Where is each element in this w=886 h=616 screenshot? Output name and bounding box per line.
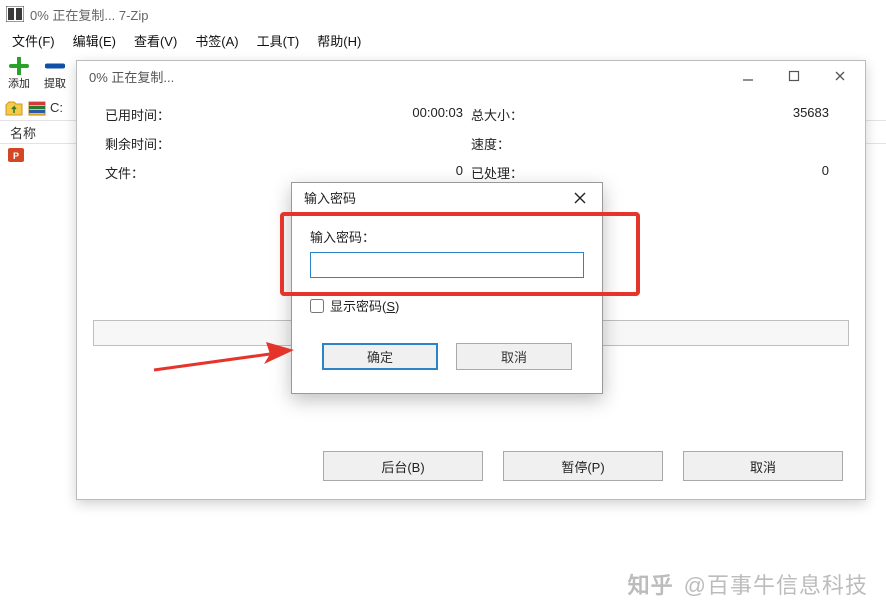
password-input[interactable]: [310, 252, 584, 278]
add-button[interactable]: 添加: [4, 57, 34, 91]
label-files: 文件：: [105, 163, 245, 182]
folder-up-icon[interactable]: [4, 98, 24, 118]
label-remaining: 剩余时间：: [105, 134, 245, 153]
label-processed: 已处理：: [471, 163, 611, 182]
menu-edit[interactable]: 编辑(E): [65, 29, 124, 52]
address-path[interactable]: C:: [50, 100, 63, 115]
progress-stats: 已用时间： 00:00:03 总大小： 35683 剩余时间： 速度： 文件： …: [77, 91, 865, 190]
progress-titlebar[interactable]: 0% 正在复制...: [77, 61, 865, 91]
progress-title: 0% 正在复制...: [89, 67, 174, 86]
7zip-app-icon: [6, 6, 24, 22]
password-dialog-title: 输入密码: [304, 188, 356, 207]
svg-text:P: P: [13, 151, 19, 161]
menu-help[interactable]: 帮助(H): [309, 29, 369, 52]
main-titlebar: 0% 正在复制... 7-Zip: [0, 0, 886, 28]
extract-button[interactable]: 提取: [40, 57, 70, 91]
value-files: 0: [245, 163, 471, 182]
menu-file[interactable]: 文件(F): [4, 29, 63, 52]
menu-bar: 文件(F) 编辑(E) 查看(V) 书签(A) 工具(T) 帮助(H): [0, 28, 886, 52]
menu-bookmark[interactable]: 书签(A): [187, 29, 246, 52]
minus-icon: [45, 57, 65, 75]
watermark: 知乎 @百事牛信息科技: [628, 568, 868, 600]
add-label: 添加: [8, 75, 30, 91]
menu-view[interactable]: 查看(V): [126, 29, 185, 52]
column-name[interactable]: 名称: [0, 123, 60, 142]
password-label: 输入密码：: [310, 227, 584, 246]
value-remaining: [245, 134, 471, 153]
plus-icon: [9, 57, 29, 75]
label-total-size: 总大小：: [471, 105, 611, 124]
show-password-checkbox[interactable]: [310, 299, 324, 313]
cancel-button[interactable]: 取消: [683, 451, 843, 481]
pause-button[interactable]: 暂停(P): [503, 451, 663, 481]
background-button[interactable]: 后台(B): [323, 451, 483, 481]
value-speed: [611, 134, 837, 153]
value-processed: 0: [611, 163, 837, 182]
password-dialog: 输入密码 输入密码： 显示密码(S) 确定 取消: [291, 182, 603, 394]
value-elapsed: 00:00:03: [245, 105, 471, 124]
zhihu-logo: 知乎: [628, 568, 674, 600]
archive-icon: [28, 99, 46, 117]
extract-label: 提取: [44, 75, 66, 91]
close-icon[interactable]: [564, 184, 596, 212]
minimize-button[interactable]: [725, 61, 771, 91]
ok-button[interactable]: 确定: [322, 343, 438, 370]
ppt-file-icon: P: [8, 148, 24, 162]
label-speed: 速度：: [471, 134, 611, 153]
show-password-row[interactable]: 显示密码(S): [310, 296, 584, 315]
main-window-title: 0% 正在复制... 7-Zip: [30, 5, 148, 24]
password-titlebar[interactable]: 输入密码: [292, 183, 602, 213]
maximize-button[interactable]: [771, 61, 817, 91]
menu-tool[interactable]: 工具(T): [249, 29, 308, 52]
watermark-handle: @百事牛信息科技: [684, 568, 868, 600]
show-password-label: 显示密码(S): [330, 296, 399, 315]
cancel-password-button[interactable]: 取消: [456, 343, 572, 370]
value-total-size: 35683: [611, 105, 837, 124]
label-elapsed: 已用时间：: [105, 105, 245, 124]
close-button[interactable]: [817, 61, 863, 91]
